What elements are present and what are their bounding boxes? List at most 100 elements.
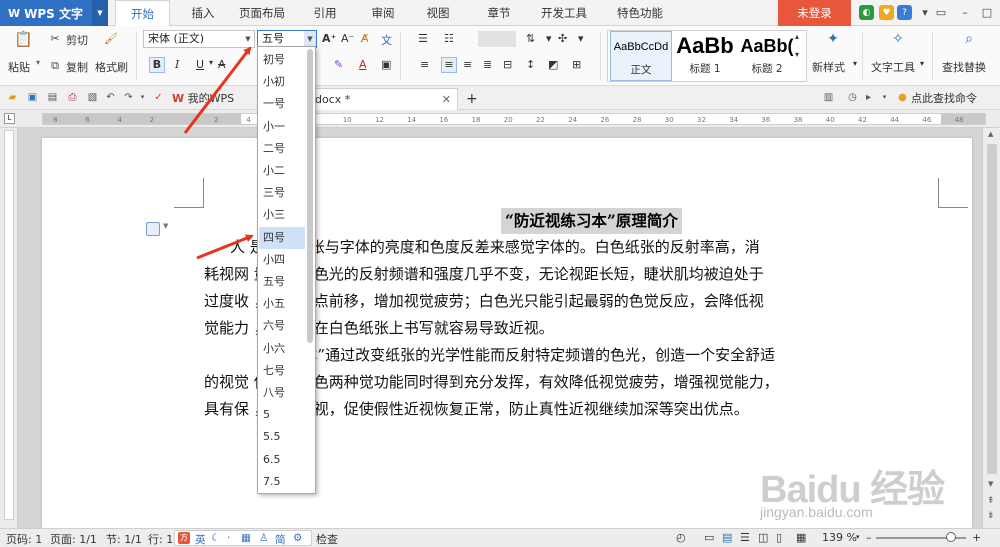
font-size-option[interactable]: 小五 xyxy=(259,293,305,315)
vertical-ruler[interactable] xyxy=(0,128,18,528)
underline-button[interactable]: U xyxy=(196,58,204,71)
show-marks-icon[interactable]: ✣ xyxy=(558,32,567,45)
bold-button[interactable]: B xyxy=(149,57,165,73)
font-size-option[interactable]: 7.5 xyxy=(259,471,305,493)
skin-icon[interactable]: ♥ xyxy=(879,5,894,20)
tab-6[interactable]: 章节 xyxy=(479,0,519,26)
font-size-option[interactable]: 五号 xyxy=(259,271,305,293)
chevron-down-icon[interactable]: ▼ xyxy=(163,222,168,230)
folder-icon[interactable]: ▰ xyxy=(6,91,19,104)
font-size-option[interactable]: 6.5 xyxy=(259,449,305,471)
char-border-icon[interactable]: ▣ xyxy=(381,58,391,71)
vertical-scrollbar[interactable]: ▲ ▼ ⇞ ⇟ xyxy=(982,128,1000,528)
scissors-icon[interactable]: ✂ xyxy=(48,32,62,46)
text-tools-icon[interactable]: ✧ xyxy=(891,32,905,46)
print-icon[interactable]: ⎙ xyxy=(66,91,79,104)
font-color-icon[interactable]: A xyxy=(359,58,367,71)
docs-list-icon[interactable]: ▥ xyxy=(822,91,835,104)
app-menu-button[interactable]: W WPS 文字 ▼ xyxy=(0,0,108,26)
view-page-icon[interactable]: ▤ xyxy=(722,531,732,544)
command-search[interactable]: 点此查找命令 (Alt- xyxy=(905,88,1000,127)
ime-toolbar[interactable]: 方 英 ☾ · ▦ ♙ 简 ⚙ xyxy=(174,530,312,546)
chevron-down-icon[interactable]: ▾ xyxy=(856,533,860,541)
style-heading-1[interactable]: AaBb 标题 1 xyxy=(674,31,736,81)
align-center-icon[interactable]: ≡ xyxy=(441,57,457,73)
font-size-option[interactable]: 七号 xyxy=(259,360,305,382)
print-preview-icon[interactable]: ▤ xyxy=(46,91,59,104)
font-size-option[interactable]: 小一 xyxy=(259,116,305,138)
prev-page-icon[interactable]: ⇞ xyxy=(987,496,995,506)
view-outline-icon[interactable]: ☰ xyxy=(740,531,750,544)
sync-icon[interactable]: ◐ xyxy=(859,5,874,20)
font-size-option[interactable]: 六号 xyxy=(259,315,305,337)
chevron-down-icon[interactable]: ▾ xyxy=(878,91,891,104)
spell-check-button[interactable]: 检查 xyxy=(316,531,338,547)
chevron-down-icon[interactable]: ▾ xyxy=(546,32,552,45)
user-icon[interactable]: ♙ xyxy=(259,532,268,544)
grow-font-icon[interactable]: A⁺ xyxy=(322,32,336,45)
chevron-down-icon[interactable]: ▼ xyxy=(92,0,108,26)
tab-8[interactable]: 特色功能 xyxy=(606,0,674,26)
horizontal-ruler[interactable]: L 86422468101214161820222426283032343638… xyxy=(0,110,1000,128)
font-size-option[interactable]: 一号 xyxy=(259,93,305,115)
scrollbar-thumb[interactable] xyxy=(987,144,997,474)
cut-button[interactable]: 剪切 xyxy=(66,32,88,48)
restore-ribbon-icon[interactable]: ▭ xyxy=(932,4,950,22)
copy-icon[interactable]: ⧉ xyxy=(48,59,62,73)
copy-button[interactable]: 复制 xyxy=(66,59,88,75)
font-size-option[interactable]: 5.5 xyxy=(259,426,305,448)
moon-icon[interactable]: ☾ xyxy=(211,532,220,544)
style-normal[interactable]: AaBbCcDd 正文 xyxy=(610,31,672,81)
bullet-list-icon[interactable]: ☰ xyxy=(418,32,428,45)
new-style-icon[interactable]: ✦ xyxy=(826,32,840,46)
magnifier-icon[interactable]: ⌕ xyxy=(962,32,976,46)
minimize-icon[interactable]: – xyxy=(956,4,974,22)
chevron-down-icon[interactable]: ▾ xyxy=(578,32,584,45)
chevron-down-icon[interactable]: ▾ xyxy=(209,58,213,67)
ruler-track[interactable]: 8642246810121416182022242628303234363840… xyxy=(42,113,986,125)
view-full-icon[interactable]: ▭ xyxy=(704,531,714,544)
ime-simplified[interactable]: 简 xyxy=(275,532,286,547)
clock-icon[interactable]: ◷ xyxy=(846,91,859,104)
find-replace-button[interactable]: 查找替换 xyxy=(942,59,986,75)
login-button[interactable]: 未登录 xyxy=(778,0,851,26)
font-size-option[interactable]: 小初 xyxy=(259,71,305,93)
help-icon[interactable]: ? xyxy=(897,5,912,20)
tab-4[interactable]: 审阅 xyxy=(363,0,403,26)
export-pdf-icon[interactable]: ▧ xyxy=(86,91,99,104)
chevron-down-icon[interactable]: ▾ xyxy=(853,59,857,68)
chevron-down-icon[interactable]: ▾ xyxy=(36,58,40,67)
tab-stop-icon[interactable]: L xyxy=(4,113,15,124)
line-spacing-icon[interactable]: ↕ xyxy=(526,58,535,71)
highlight-icon[interactable]: ✎ xyxy=(334,58,343,71)
new-tab-button[interactable]: + xyxy=(460,88,484,110)
font-size-option[interactable]: 八号 xyxy=(259,382,305,404)
chevron-down-icon[interactable]: ▾ xyxy=(920,59,924,68)
tab-2[interactable]: 页面布局 xyxy=(232,0,292,26)
font-size-option[interactable]: 二号 xyxy=(259,138,305,160)
clear-format-icon[interactable]: A̸ xyxy=(361,32,369,45)
font-size-option[interactable]: 小二 xyxy=(259,160,305,182)
gear-icon[interactable]: ⚙ xyxy=(293,532,302,544)
font-size-option[interactable]: 初号 xyxy=(259,49,305,71)
zoom-slider-handle[interactable] xyxy=(946,532,956,542)
font-size-option[interactable]: 小六 xyxy=(259,338,305,360)
scroll-up-icon[interactable]: ▲ xyxy=(988,130,993,138)
font-size-option[interactable]: 5 xyxy=(259,404,305,426)
tab-my-wps[interactable]: W 我的WPS xyxy=(166,88,240,110)
chevron-up-icon[interactable]: ▴ xyxy=(795,32,799,41)
strikethrough-icon[interactable]: A xyxy=(218,58,226,71)
chevron-down-icon[interactable]: ▾ xyxy=(795,50,799,59)
align-right-icon[interactable]: ≡ xyxy=(463,58,472,71)
brush-icon[interactable]: 🖌 xyxy=(104,32,118,46)
chevron-down-icon[interactable]: ▾ xyxy=(136,91,149,104)
dropdown-scrollbar[interactable] xyxy=(307,49,313,343)
maximize-icon[interactable]: □ xyxy=(978,4,996,22)
zoom-in-icon[interactable]: + xyxy=(972,531,981,544)
font-size-option[interactable]: 小三 xyxy=(259,204,305,226)
border-icon[interactable]: ⊞ xyxy=(572,58,581,71)
format-painter-button[interactable]: 格式刷 xyxy=(95,59,128,75)
italic-button[interactable]: I xyxy=(175,58,179,71)
next-page-icon[interactable]: ⇟ xyxy=(987,511,995,521)
font-size-dropdown[interactable]: 初号 小初 一号 小一 二号 小二 三号 小三 四号 小四 五号 小五 六号 小六 七号 八号 5 5.5 6.5 7… xyxy=(257,46,316,494)
